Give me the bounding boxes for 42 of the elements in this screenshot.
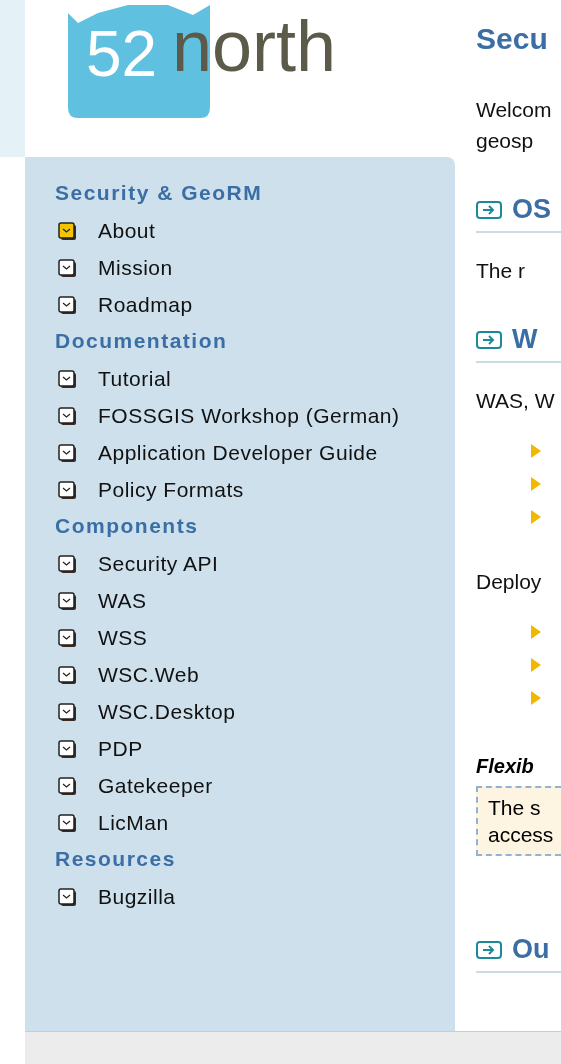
sidebar-link[interactable]: FOSSGIS Workshop (German) bbox=[58, 404, 400, 427]
paragraph-text: Welcom bbox=[476, 97, 553, 123]
section-heading: W bbox=[512, 326, 538, 353]
sidebar-link[interactable]: Gatekeeper bbox=[58, 774, 213, 797]
paragraph-text: WAS, W bbox=[476, 388, 556, 414]
paragraph-text: The r bbox=[476, 258, 526, 284]
sidebar-link[interactable]: Tutorial bbox=[58, 367, 172, 390]
sidebar-link[interactable]: PDP bbox=[58, 737, 143, 760]
triangle-bullet-icon bbox=[531, 444, 541, 458]
sidebar-link[interactable]: About bbox=[58, 219, 156, 242]
sidebar-link[interactable]: Mission bbox=[58, 256, 173, 279]
triangle-bullet-icon bbox=[531, 691, 541, 705]
sidebar-link[interactable]: WSC.Desktop bbox=[58, 700, 236, 723]
sidebar-link[interactable]: Roadmap bbox=[58, 293, 193, 316]
note-text: access bbox=[488, 822, 555, 848]
section-heading: OS bbox=[512, 196, 551, 223]
logo-digits: 52 bbox=[86, 22, 158, 86]
sidebar-link[interactable]: WSS bbox=[58, 626, 148, 649]
paragraph-text: geosp bbox=[476, 128, 535, 154]
sidebar-heading: Components bbox=[55, 514, 200, 538]
triangle-bullet-icon bbox=[531, 477, 541, 491]
triangle-bullet-icon bbox=[531, 658, 541, 672]
sidebar-link[interactable]: Application Developer Guide bbox=[58, 441, 378, 464]
sidebar-heading: Security & GeoRM bbox=[55, 181, 264, 205]
sidebar-heading: Resources bbox=[55, 847, 177, 871]
sidebar-link[interactable]: LicMan bbox=[58, 811, 169, 834]
arrow-box-icon bbox=[476, 939, 502, 960]
sidebar-link[interactable]: Security API bbox=[58, 552, 219, 575]
subheading: Flexib bbox=[476, 755, 535, 778]
section-heading: Ou bbox=[512, 936, 550, 963]
paragraph-text: Deploy bbox=[476, 569, 543, 595]
note-text: The s bbox=[488, 795, 542, 821]
arrow-box-icon bbox=[476, 199, 502, 220]
sidebar-link[interactable]: WSC.Web bbox=[58, 663, 200, 686]
triangle-bullet-icon bbox=[531, 510, 541, 524]
sidebar-heading: Documentation bbox=[55, 329, 229, 353]
triangle-bullet-icon bbox=[531, 625, 541, 639]
sidebar-link[interactable]: Bugzilla bbox=[58, 885, 176, 908]
page-title: Secu bbox=[476, 22, 549, 57]
arrow-box-icon bbox=[476, 329, 502, 350]
sidebar-link[interactable]: Policy Formats bbox=[58, 478, 244, 501]
sidebar-link[interactable]: WAS bbox=[58, 589, 147, 612]
